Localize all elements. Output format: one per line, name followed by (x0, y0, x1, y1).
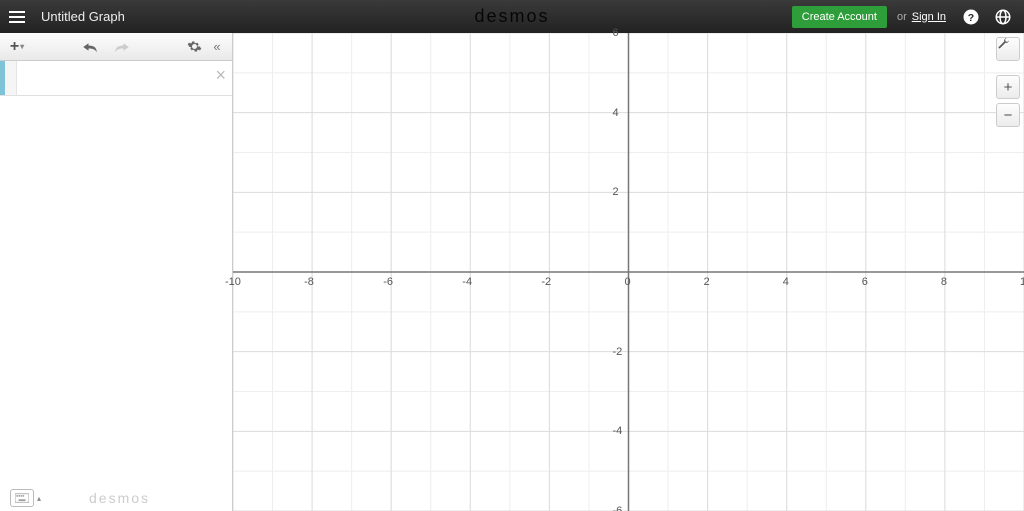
powered-by-logo: desmos (89, 490, 150, 506)
language-icon[interactable] (992, 6, 1014, 28)
expression-list: × (0, 61, 232, 511)
y-tick-label: -2 (613, 346, 623, 358)
x-tick-label: 8 (941, 276, 947, 288)
y-tick-label: -6 (613, 505, 623, 511)
collapse-sidebar-button[interactable]: « (206, 36, 228, 58)
settings-button[interactable] (182, 36, 206, 58)
zoom-in-button[interactable]: + (996, 75, 1020, 99)
expression-input[interactable] (17, 61, 232, 95)
y-tick-label: -4 (613, 425, 623, 437)
x-tick-label: -2 (541, 276, 551, 288)
y-tick-label: 4 (613, 107, 619, 119)
graph-settings-button[interactable] (996, 37, 1020, 61)
undo-button[interactable] (81, 36, 99, 58)
x-tick-label: 10 (1020, 276, 1024, 288)
menu-icon[interactable] (0, 0, 33, 33)
x-tick-label: 2 (704, 276, 710, 288)
redo-button[interactable] (113, 36, 131, 58)
graph-canvas[interactable]: + − -10-8-6-4-20246810-6-4-2246 (233, 33, 1024, 511)
x-tick-label: 6 (862, 276, 868, 288)
x-tick-label: -4 (462, 276, 472, 288)
delete-expression-icon[interactable]: × (215, 65, 226, 86)
x-tick-label: 0 (625, 276, 631, 288)
sign-in-link[interactable]: Sign In (912, 11, 946, 23)
expression-sidebar: +▾ « × ▴ desmos (0, 33, 233, 511)
add-expression-button[interactable]: +▾ (4, 36, 30, 58)
x-tick-label: -10 (225, 276, 241, 288)
keyboard-toggle-button[interactable] (10, 489, 34, 507)
x-tick-label: -8 (304, 276, 314, 288)
graph-controls: + − (996, 37, 1020, 127)
sidebar-footer: ▴ desmos (0, 485, 232, 511)
app-header: Untitled Graph desmos Create Account or … (0, 0, 1024, 33)
sidebar-toolbar: +▾ « (0, 33, 232, 61)
x-tick-label: -6 (383, 276, 393, 288)
or-text: or (897, 11, 907, 23)
zoom-out-button[interactable]: − (996, 103, 1020, 127)
brand-logo: desmos (474, 6, 549, 27)
help-icon[interactable]: ? (960, 6, 982, 28)
expression-row-gutter (5, 61, 17, 95)
create-account-button[interactable]: Create Account (792, 6, 887, 28)
y-tick-label: 2 (613, 186, 619, 198)
y-tick-label: 6 (613, 27, 619, 39)
keyboard-caret-icon: ▴ (37, 494, 41, 503)
expression-row[interactable]: × (0, 61, 232, 96)
svg-text:?: ? (968, 11, 974, 23)
x-tick-label: 4 (783, 276, 789, 288)
graph-title[interactable]: Untitled Graph (41, 9, 125, 24)
